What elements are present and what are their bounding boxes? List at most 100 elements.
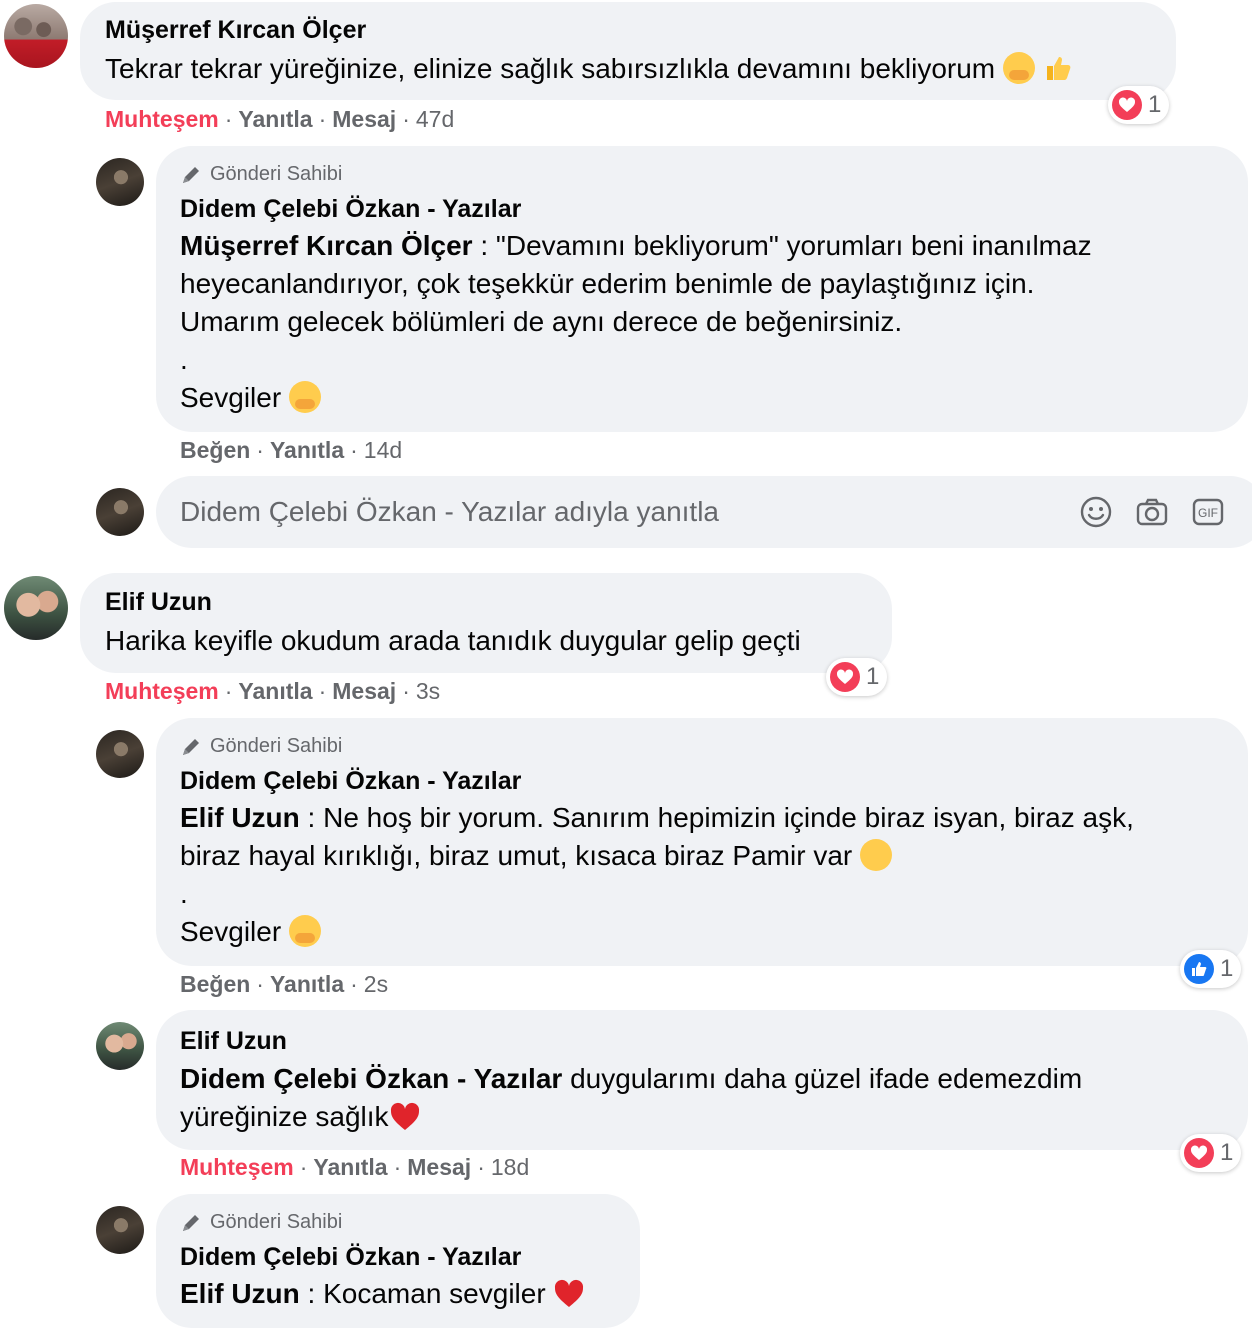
avatar-didem bbox=[96, 488, 144, 536]
reaction-button[interactable]: Muhteşem bbox=[105, 678, 219, 704]
pencil-icon bbox=[183, 738, 199, 755]
reply-signoff: Sevgiler bbox=[180, 379, 1230, 417]
reply-actions: Beğen · Yanıtla · 2s bbox=[180, 971, 389, 997]
reply-dot: . bbox=[180, 878, 188, 909]
smiley-icon[interactable] bbox=[1079, 495, 1113, 529]
comment-actions: Muhteşem · Yanıtla · Mesaj · 47d bbox=[105, 106, 455, 132]
reaction-summary[interactable]: 1 bbox=[1180, 1134, 1242, 1172]
reply-input-placeholder[interactable]: Didem Çelebi Özkan - Yazılar adıyla yanı… bbox=[180, 496, 719, 528]
reply-actions: Muhteşem · Yanıtla · Mesaj · 18d bbox=[180, 1154, 530, 1180]
like-button[interactable]: Beğen bbox=[180, 971, 250, 997]
heart-reaction-icon bbox=[1184, 1138, 1214, 1168]
reply-author[interactable]: Didem Çelebi Özkan - Yazılar bbox=[180, 1243, 521, 1272]
camera-icon[interactable] bbox=[1135, 495, 1169, 529]
comment-author[interactable]: Müşerref Kırcan Ölçer bbox=[105, 16, 366, 45]
gif-icon[interactable]: GIF bbox=[1191, 495, 1225, 529]
reply-author[interactable]: Elif Uzun bbox=[180, 1027, 287, 1056]
signoff-text: Sevgiler bbox=[180, 916, 282, 947]
reply-actions: Beğen · Yanıtla · 14d bbox=[180, 437, 403, 463]
reply-button[interactable]: Yanıtla bbox=[313, 1154, 387, 1180]
thumbs-up-emoji-icon bbox=[1046, 57, 1071, 80]
reply-line-2: yüreğinize sağlık bbox=[180, 1098, 1230, 1136]
like-reaction-icon bbox=[1184, 954, 1214, 984]
reply-line-1-text: Ne hoş bir yorum. Sanırım hepimizin için… bbox=[323, 802, 1134, 833]
reply-text: Didem Çelebi Özkan - Yazılar duygularımı… bbox=[180, 1060, 1230, 1136]
timestamp[interactable]: 3s bbox=[416, 678, 440, 704]
avatar-didem[interactable] bbox=[96, 1206, 144, 1254]
reply-line-2: heyecanlandırıyor, çok teşekkür ederim b… bbox=[180, 268, 1035, 299]
avatar-elif[interactable] bbox=[96, 1022, 144, 1070]
heart-reaction-icon bbox=[830, 662, 860, 692]
reaction-summary[interactable]: 1 bbox=[1108, 86, 1170, 124]
reply-line-1-text: duygularımı daha güzel ifade edemezdim bbox=[562, 1063, 1083, 1094]
author-badge-label: Gönderi Sahibi bbox=[210, 163, 343, 185]
mention-link[interactable]: Müşerref Kırcan Ölçer bbox=[180, 230, 473, 261]
winking-face-emoji-icon bbox=[860, 839, 892, 871]
reaction-button[interactable]: Muhteşem bbox=[105, 106, 219, 132]
reply-line-1: Elif Uzun : Ne hoş bir yorum. Sanırım he… bbox=[180, 799, 1240, 837]
reply-button[interactable]: Yanıtla bbox=[238, 678, 312, 704]
hugging-face-emoji-icon bbox=[1002, 52, 1035, 84]
reply-line-1-text: "Devamını bekliyorum" yorumları beni ina… bbox=[495, 230, 1092, 261]
pencil-icon bbox=[183, 166, 199, 183]
hugging-face-emoji-icon bbox=[288, 381, 321, 413]
reaction-button[interactable]: Muhteşem bbox=[180, 1154, 294, 1180]
heart-reaction-icon bbox=[1112, 90, 1142, 120]
reply-line-2: biraz hayal kırıklığı, biraz umut, kısac… bbox=[180, 837, 1240, 875]
pencil-icon bbox=[183, 1214, 199, 1231]
red-heart-emoji-icon bbox=[555, 1279, 584, 1307]
message-button[interactable]: Mesaj bbox=[332, 678, 396, 704]
mention-link[interactable]: Didem Çelebi Özkan - Yazılar bbox=[180, 1063, 562, 1094]
red-heart-emoji-icon bbox=[390, 1102, 419, 1130]
reply-text: Elif Uzun : Ne hoş bir yorum. Sanırım he… bbox=[180, 799, 1240, 951]
reply-line-3: Umarım gelecek bölümleri de aynı derece … bbox=[180, 306, 903, 337]
author-badge: Gönderi Sahibi bbox=[180, 163, 342, 186]
comment-text-body: Tekrar tekrar yüreğinize, elinize sağlık… bbox=[105, 53, 996, 84]
mention-link[interactable]: Elif Uzun bbox=[180, 1278, 300, 1309]
reaction-count: 1 bbox=[1220, 955, 1234, 982]
reply-signoff: Sevgiler bbox=[180, 913, 1240, 951]
signoff-text: Sevgiler bbox=[180, 382, 282, 413]
timestamp[interactable]: 47d bbox=[416, 106, 454, 132]
avatar-muserref[interactable] bbox=[4, 4, 68, 68]
author-badge-label: Gönderi Sahibi bbox=[210, 1211, 343, 1233]
hugging-face-emoji-icon bbox=[288, 915, 321, 947]
reaction-count: 1 bbox=[1148, 91, 1162, 118]
svg-text:GIF: GIF bbox=[1198, 506, 1218, 520]
mention-link[interactable]: Elif Uzun bbox=[180, 802, 300, 833]
reaction-count: 1 bbox=[866, 663, 880, 690]
reaction-summary[interactable]: 1 bbox=[1180, 950, 1242, 988]
mention-separator: : bbox=[472, 230, 496, 261]
mention-separator: : bbox=[299, 802, 324, 833]
like-button[interactable]: Beğen bbox=[180, 437, 250, 463]
comment-author[interactable]: Elif Uzun bbox=[105, 588, 212, 617]
comment-actions: Muhteşem · Yanıtla · Mesaj · 3s bbox=[105, 678, 441, 704]
reply-dot: . bbox=[180, 344, 188, 375]
message-button[interactable]: Mesaj bbox=[332, 106, 396, 132]
avatar-elif[interactable] bbox=[4, 576, 68, 640]
reply-text: Müşerref Kırcan Ölçer : "Devamını bekliy… bbox=[180, 227, 1230, 417]
mention-separator: : bbox=[299, 1278, 324, 1309]
reaction-summary[interactable]: 1 bbox=[826, 658, 888, 696]
author-badge: Gönderi Sahibi bbox=[180, 735, 342, 758]
timestamp[interactable]: 14d bbox=[364, 437, 402, 463]
reply-button[interactable]: Yanıtla bbox=[238, 106, 312, 132]
author-badge-label: Gönderi Sahibi bbox=[210, 735, 343, 757]
reaction-count: 1 bbox=[1220, 1139, 1234, 1166]
avatar-didem[interactable] bbox=[96, 730, 144, 778]
comment-text: Tekrar tekrar yüreğinize, elinize sağlık… bbox=[105, 50, 1073, 88]
timestamp[interactable]: 2s bbox=[364, 971, 388, 997]
author-badge: Gönderi Sahibi bbox=[180, 1211, 342, 1234]
avatar-didem[interactable] bbox=[96, 158, 144, 206]
reply-line-2-text: yüreğinize sağlık bbox=[180, 1101, 389, 1132]
message-button[interactable]: Mesaj bbox=[407, 1154, 471, 1180]
reply-line-2-text: biraz hayal kırıklığı, biraz umut, kısac… bbox=[180, 840, 853, 871]
reply-author[interactable]: Didem Çelebi Özkan - Yazılar bbox=[180, 195, 521, 224]
reply-author[interactable]: Didem Çelebi Özkan - Yazılar bbox=[180, 767, 521, 796]
timestamp[interactable]: 18d bbox=[491, 1154, 529, 1180]
reply-button[interactable]: Yanıtla bbox=[270, 437, 344, 463]
reply-button[interactable]: Yanıtla bbox=[270, 971, 344, 997]
reply-line-1: Müşerref Kırcan Ölçer : "Devamını bekliy… bbox=[180, 227, 1230, 265]
comment-text: Harika keyifle okudum arada tanıdık duyg… bbox=[105, 625, 801, 656]
reply-line-1: Didem Çelebi Özkan - Yazılar duygularımı… bbox=[180, 1060, 1230, 1098]
